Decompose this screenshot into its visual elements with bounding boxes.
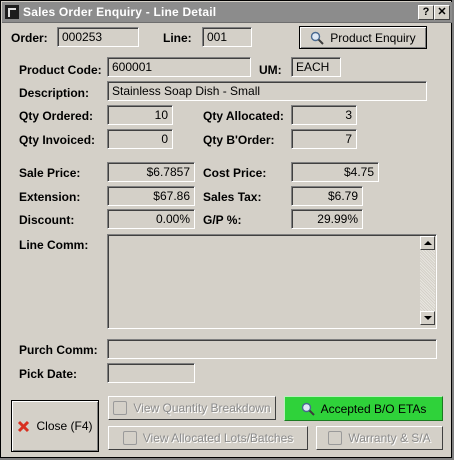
disabled-icon bbox=[328, 431, 343, 445]
gp-label: G/P %: bbox=[203, 213, 242, 227]
dialog-window: Sales Order Enquiry - Line Detail ? ✕ Or… bbox=[0, 0, 452, 458]
app-icon bbox=[5, 5, 19, 19]
product-code-label: Product Code: bbox=[19, 63, 102, 77]
extension-field[interactable]: $67.86 bbox=[107, 186, 195, 206]
close-button[interactable]: Close (F4) bbox=[11, 400, 99, 452]
warranty-label: Warranty & S/A bbox=[348, 431, 431, 445]
accepted-bo-etas-button[interactable]: Accepted B/O ETAs bbox=[284, 396, 443, 421]
qty-border-label: Qty B'Order: bbox=[203, 133, 275, 147]
magnifier-icon bbox=[311, 31, 325, 45]
qty-invoiced-label: Qty Invoiced: bbox=[19, 133, 96, 147]
help-icon[interactable]: ? bbox=[418, 5, 434, 20]
title-bar[interactable]: Sales Order Enquiry - Line Detail ? ✕ bbox=[2, 2, 452, 23]
product-enquiry-button[interactable]: Product Enquiry bbox=[299, 26, 427, 49]
cost-price-field[interactable]: $4.75 bbox=[291, 162, 379, 182]
warranty-button[interactable]: Warranty & S/A bbox=[316, 426, 443, 450]
scroll-down-arrow-icon[interactable] bbox=[420, 311, 435, 325]
pick-date-label: Pick Date: bbox=[19, 367, 78, 381]
close-button-label: Close (F4) bbox=[36, 419, 93, 433]
close-x-icon bbox=[18, 420, 30, 432]
sales-tax-field[interactable]: $6.79 bbox=[291, 186, 363, 206]
accepted-bo-etas-label: Accepted B/O ETAs bbox=[320, 401, 427, 416]
purch-comm-field[interactable] bbox=[107, 339, 437, 359]
pick-date-field[interactable] bbox=[107, 363, 195, 383]
extension-label: Extension: bbox=[19, 190, 81, 204]
purch-comm-label: Purch Comm: bbox=[19, 343, 98, 357]
line-comm-label: Line Comm: bbox=[19, 238, 89, 252]
qty-border-field[interactable]: 7 bbox=[291, 129, 357, 149]
view-quantity-breakdown-button[interactable]: View Quantity Breakdown bbox=[108, 396, 276, 420]
qty-ordered-label: Qty Ordered: bbox=[19, 109, 94, 123]
description-label: Description: bbox=[19, 86, 90, 100]
line-label: Line: bbox=[163, 31, 192, 45]
view-allocated-lots-label: View Allocated Lots/Batches bbox=[142, 431, 294, 445]
qty-invoiced-field[interactable]: 0 bbox=[107, 129, 173, 149]
um-field[interactable]: EACH bbox=[291, 57, 341, 77]
view-allocated-lots-button[interactable]: View Allocated Lots/Batches bbox=[108, 426, 308, 450]
qty-allocated-field[interactable]: 3 bbox=[291, 105, 357, 125]
disabled-icon bbox=[122, 431, 137, 445]
line-comm-textarea[interactable] bbox=[107, 234, 437, 329]
line-field[interactable]: 001 bbox=[202, 27, 252, 47]
um-label: UM: bbox=[259, 63, 282, 77]
product-enquiry-label: Product Enquiry bbox=[330, 30, 416, 45]
qty-ordered-field[interactable]: 10 bbox=[107, 105, 173, 125]
line-comm-scrollbar[interactable] bbox=[420, 236, 435, 325]
qty-allocated-label: Qty Allocated: bbox=[203, 109, 284, 123]
disabled-icon bbox=[113, 401, 128, 415]
discount-label: Discount: bbox=[19, 213, 75, 227]
window-close-icon[interactable]: ✕ bbox=[434, 5, 450, 20]
cost-price-label: Cost Price: bbox=[203, 166, 267, 180]
magnifier-icon bbox=[301, 402, 315, 416]
sale-price-label: Sale Price: bbox=[19, 166, 81, 180]
discount-field[interactable]: 0.00% bbox=[107, 209, 195, 229]
gp-field[interactable]: 29.99% bbox=[291, 209, 363, 229]
sale-price-field[interactable]: $6.7857 bbox=[107, 162, 195, 182]
scroll-up-arrow-icon[interactable] bbox=[420, 236, 435, 250]
description-field[interactable]: Stainless Soap Dish - Small bbox=[107, 81, 427, 101]
view-quantity-breakdown-label: View Quantity Breakdown bbox=[133, 401, 271, 415]
window-title: Sales Order Enquiry - Line Detail bbox=[23, 5, 217, 19]
order-label: Order: bbox=[11, 31, 48, 45]
order-field[interactable]: 000253 bbox=[57, 27, 139, 47]
sales-tax-label: Sales Tax: bbox=[203, 190, 262, 204]
product-code-field[interactable]: 600001 bbox=[107, 57, 251, 77]
